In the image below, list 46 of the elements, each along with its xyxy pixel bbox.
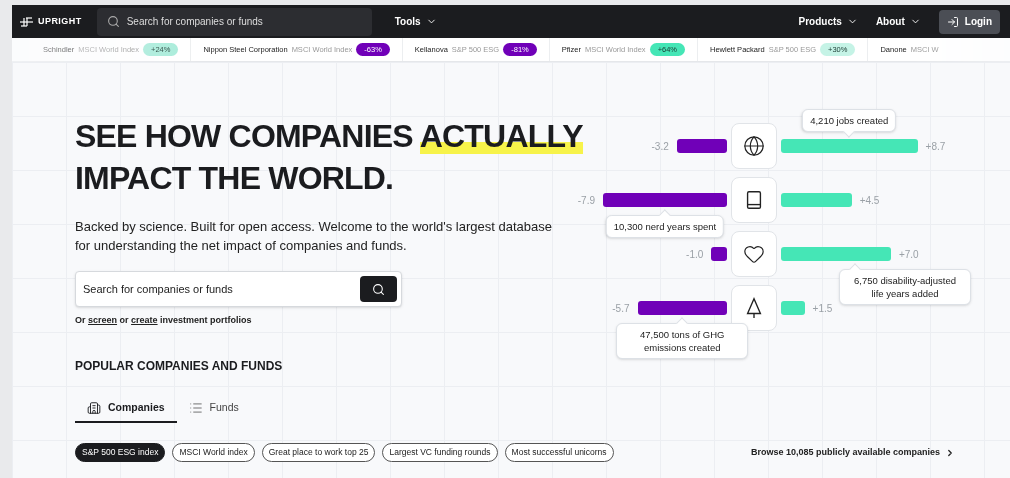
tab[interactable]: Companies [75,395,177,423]
positive-impact-bar [781,193,852,207]
browse-link[interactable]: Browse 10,085 publicly available companies [750,445,955,460]
impact-value: -5.7 [612,301,630,316]
create-link[interactable]: create [131,315,158,325]
list-icon [188,401,203,415]
negative-impact-bar [711,247,727,261]
intro-text: Backed by science. Built for open access. Welcome to the world's largest database for understanding the net impact of companies and funds. [75,218,553,255]
filter-chip[interactable]: Largest VC funding rounds [382,443,498,462]
impact-value: -7.9 [577,193,595,208]
filter-chip[interactable]: MSCI World index [172,443,255,462]
filter-chip[interactable]: Great place to work top 25 [261,443,376,462]
login-icon [946,15,959,28]
portfolio-text: Or screen or create investment portfolios [75,314,253,327]
logo-icon [20,16,33,27]
callout: 4,210 jobs created [802,109,897,132]
search-field[interactable]: Search for companies or funds [75,271,402,307]
nav-menu[interactable]: About [875,14,921,29]
filter-chip[interactable]: Most successful unicorns [504,443,614,462]
search-field[interactable]: Search for companies or funds [96,7,372,36]
heart-icon [743,243,765,265]
tab[interactable]: Funds [176,395,251,423]
impact-value: +1.5 [812,301,833,316]
filter-chip[interactable]: S&P 500 ESG index [75,443,166,462]
screen-link[interactable]: screen [88,315,118,325]
impact-value: +4.5 [859,193,880,208]
negative-impact-bar [676,139,727,153]
impact-value: +8.7 [925,139,946,154]
impact-value: +7.0 [898,247,919,262]
positive-impact-bar [781,301,805,315]
building-icon [87,401,101,415]
search-icon [106,14,120,28]
callout: 47,500 tons of GHG emissions created [616,323,749,359]
nav-menu[interactable]: Tools [394,14,437,29]
search-button[interactable] [360,276,397,302]
login-button[interactable]: Login [938,9,1000,34]
callout: 10,300 nerd years spent [605,215,725,238]
impact-value: -1.0 [686,247,704,262]
impact-value: -3.2 [651,139,669,154]
logo[interactable]: UPRIGHT [20,14,82,29]
search-icon [372,282,385,296]
globe-icon [743,135,765,157]
nav-menu[interactable]: Products [798,14,858,29]
chevron-icon [945,447,955,458]
section-title: POPULAR COMPANIES AND FUNDS [75,358,284,375]
callout: 6,750 disability-adjusted life years added [839,269,971,305]
